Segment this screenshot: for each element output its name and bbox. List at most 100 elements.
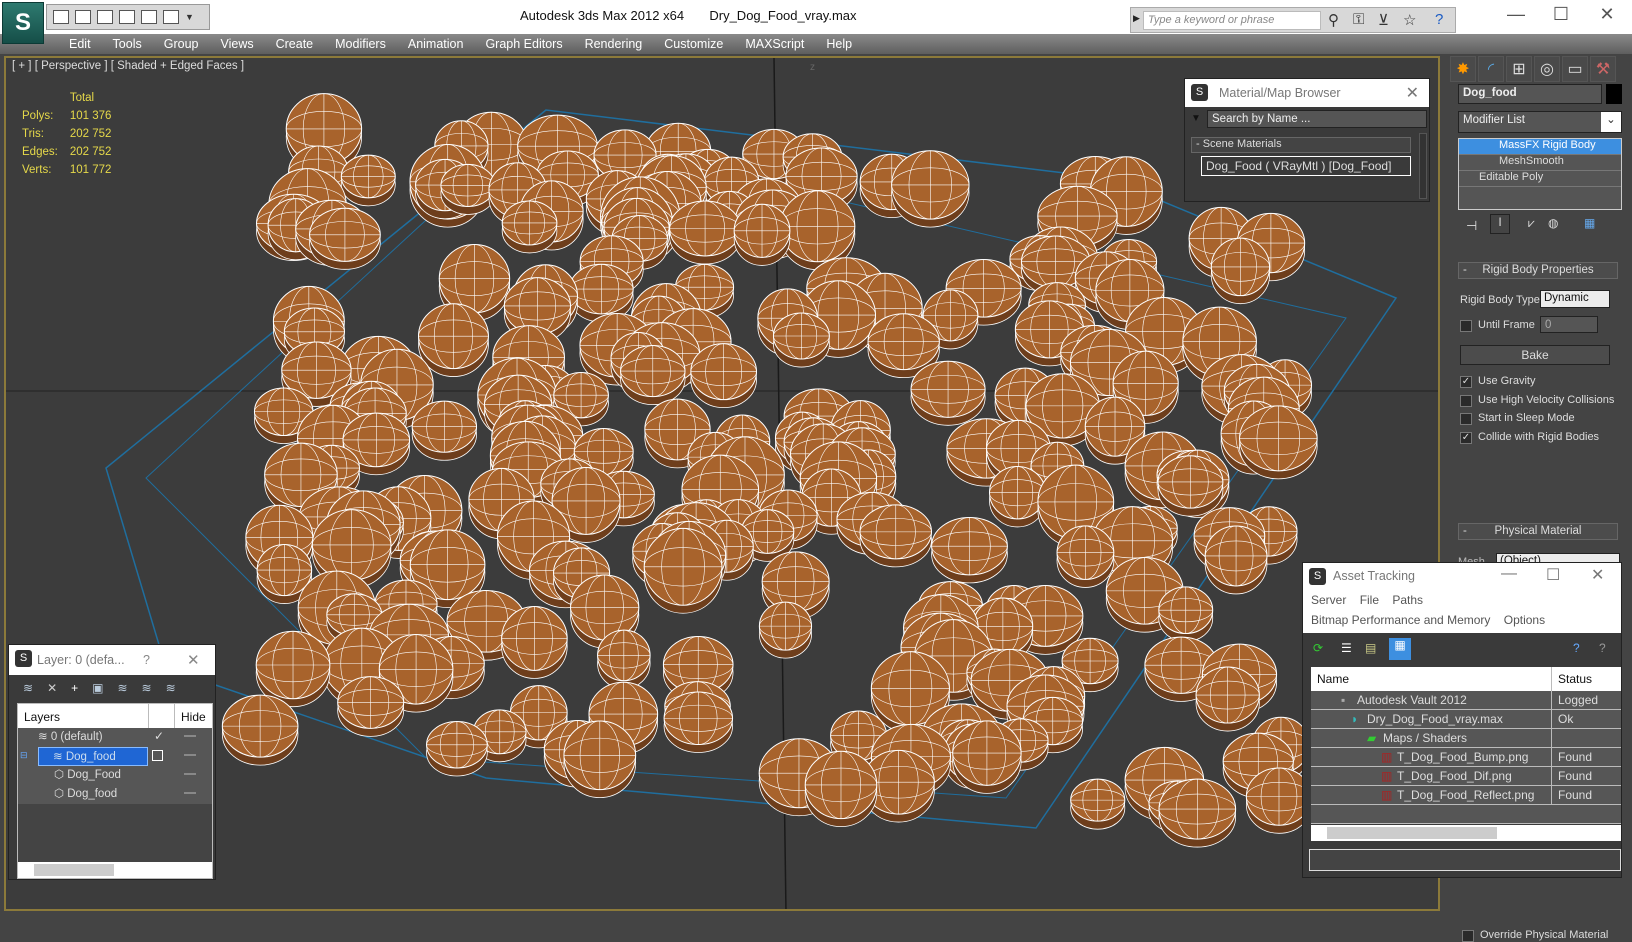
menu-file[interactable]: File (1360, 593, 1379, 607)
satellite-icon[interactable]: ⊻ (1378, 11, 1389, 29)
select-objects-icon[interactable]: ▣ (92, 681, 103, 695)
expand-icon[interactable]: ▶ (1133, 13, 1140, 24)
list-view-icon[interactable]: ☰ (1341, 641, 1352, 655)
until-frame-spinner[interactable]: 0 (1540, 316, 1598, 333)
display-tab-icon[interactable]: ▭ (1562, 56, 1588, 82)
asset-row[interactable]: ▥ T_Dog_Food_Bump.png Found (1311, 748, 1621, 767)
help-button[interactable]: ? (143, 653, 150, 667)
app-logo-button[interactable]: S (2, 2, 44, 44)
menu-help[interactable]: Help (815, 37, 863, 51)
options-icon[interactable]: ▼ (1191, 113, 1201, 124)
column-layers[interactable]: Layers (24, 710, 60, 724)
menu-options[interactable]: Options (1504, 613, 1545, 627)
material-item[interactable]: Dog_Food ( VRayMtl ) [Dog_Food] (1201, 156, 1411, 176)
search-by-name-input[interactable]: Search by Name ... (1207, 110, 1427, 128)
help-icon[interactable]: ? (1435, 11, 1443, 28)
table-view-icon[interactable]: ▦ (1389, 638, 1411, 660)
minimize-button[interactable]: — (1501, 565, 1517, 583)
rigid-body-rollout-header[interactable]: - Rigid Body Properties (1458, 262, 1618, 279)
close-button[interactable]: ✕ (1584, 4, 1630, 25)
column-name[interactable]: Name (1317, 672, 1349, 686)
help-icon[interactable]: ? (1573, 641, 1580, 655)
checkbox-1[interactable] (1460, 394, 1472, 407)
maximize-button[interactable]: ☐ (1546, 565, 1560, 585)
remove-modifier-icon[interactable]: ◍ (1548, 216, 1558, 230)
menu-modifiers[interactable]: Modifiers (324, 37, 397, 51)
scene-materials-group[interactable]: - Scene Materials (1191, 137, 1411, 153)
layer-row[interactable]: ≋ 0 (default) ✓ (18, 728, 212, 747)
current-layer-check-icon[interactable]: ✓ (154, 729, 164, 743)
maximize-button[interactable]: ☐ (1538, 4, 1584, 25)
close-icon[interactable]: ✕ (1406, 83, 1419, 103)
asset-row[interactable]: ▥ T_Dog_Food_Reflect.png Found (1311, 786, 1621, 805)
checkbox-2[interactable] (1460, 413, 1472, 425)
menu-paths[interactable]: Paths (1392, 593, 1423, 607)
menu-edit[interactable]: Edit (58, 37, 102, 51)
menu-graph-editors[interactable]: Graph Editors (474, 37, 573, 51)
refresh-icon[interactable]: ⟳ (1313, 641, 1323, 655)
binoculars-icon[interactable]: ⚲ (1328, 11, 1339, 29)
checkbox-3[interactable]: ✓ (1460, 431, 1472, 444)
hide-all-icon[interactable]: ≋ (166, 681, 176, 695)
layer-row[interactable]: ⬡ Dog_Food (18, 766, 212, 785)
modify-tab-icon[interactable]: ◜ (1478, 56, 1504, 82)
stack-item-massfx[interactable]: MassFX Rigid Body (1459, 139, 1621, 155)
stack-item-editable-poly[interactable]: Editable Poly (1459, 171, 1621, 187)
asset-row[interactable]: ◗ Dry_Dog_Food_vray.max Ok (1311, 710, 1621, 729)
tree-view-icon[interactable]: ▤ (1365, 641, 1376, 655)
create-tab-icon[interactable]: ✸ (1450, 56, 1476, 82)
asset-row[interactable]: ▥ T_Dog_Food_Dif.png Found (1311, 767, 1621, 786)
rigid-body-type-dropdown[interactable]: Dynamic (1540, 290, 1610, 308)
hide-toggle[interactable] (184, 773, 196, 775)
hide-toggle[interactable] (184, 754, 196, 756)
menu-server[interactable]: Server (1311, 593, 1346, 607)
bake-button[interactable]: Bake (1460, 345, 1610, 365)
menu-tools[interactable]: Tools (102, 37, 153, 51)
stack-item-meshsmooth[interactable]: MeshSmooth (1459, 155, 1621, 171)
new-icon[interactable] (97, 10, 113, 24)
minimize-button[interactable]: — (1493, 4, 1539, 25)
add-to-layer-icon[interactable]: + (71, 681, 78, 695)
modifier-list-dropdown[interactable]: Modifier List ⌄ (1458, 111, 1622, 133)
menu-animation[interactable]: Animation (397, 37, 475, 51)
key-icon[interactable]: ⚿ (1353, 11, 1364, 28)
collapse-icon[interactable]: ⊟ (20, 750, 28, 761)
object-color-swatch[interactable] (1606, 84, 1622, 104)
create-layer-icon[interactable]: ≋ (23, 681, 33, 695)
make-unique-icon[interactable]: ⩗ (1528, 216, 1535, 231)
hide-toggle[interactable] (184, 792, 196, 794)
delete-layer-icon[interactable]: ✕ (47, 681, 57, 695)
path-field[interactable] (1309, 849, 1621, 871)
keyword-search-input[interactable]: Type a keyword or phrase (1143, 11, 1321, 30)
menu-maxscript[interactable]: MAXScript (734, 37, 815, 51)
hierarchy-tab-icon[interactable]: ⊞ (1506, 56, 1532, 82)
menu-rendering[interactable]: Rendering (574, 37, 654, 51)
layer-row[interactable]: ⬡ Dog_food (18, 785, 212, 804)
motion-tab-icon[interactable]: ◎ (1534, 56, 1560, 82)
star-icon[interactable]: ☆ (1403, 11, 1416, 29)
chevron-down-icon[interactable]: ▼ (185, 12, 194, 22)
pin-stack-icon[interactable]: ⊣ (1466, 218, 1477, 234)
open-icon[interactable] (53, 10, 69, 24)
horizontal-scrollbar[interactable] (18, 862, 212, 878)
project-icon[interactable] (119, 10, 135, 24)
asset-row[interactable]: ▪Autodesk Vault 2012Logged Out (1311, 691, 1621, 721)
utilities-tab-icon[interactable]: ⚒ (1590, 56, 1616, 82)
close-button[interactable]: ✕ (187, 651, 200, 669)
menu-bitmap-performance[interactable]: Bitmap Performance and Memory (1311, 613, 1490, 627)
help-disabled-icon[interactable]: ? (1599, 641, 1606, 655)
highlight-layer-icon[interactable]: ≋ (142, 681, 152, 695)
override-physical-material-checkbox[interactable] (1462, 930, 1474, 942)
object-name-field[interactable]: Dog_food (1458, 84, 1602, 104)
show-end-result-icon[interactable]: I (1490, 214, 1510, 234)
configure-sets-icon[interactable]: ▦ (1584, 216, 1595, 230)
horizontal-scrollbar[interactable] (1311, 825, 1621, 841)
until-frame-checkbox[interactable] (1460, 320, 1472, 332)
column-status[interactable]: Status (1551, 667, 1598, 691)
menu-views[interactable]: Views (209, 37, 264, 51)
checkbox-0[interactable]: ✓ (1460, 376, 1472, 388)
menu-group[interactable]: Group (153, 37, 210, 51)
redo-icon[interactable] (163, 10, 179, 24)
physical-material-rollout-header[interactable]: - Physical Material (1458, 523, 1618, 540)
scrollbar[interactable] (1419, 133, 1427, 199)
